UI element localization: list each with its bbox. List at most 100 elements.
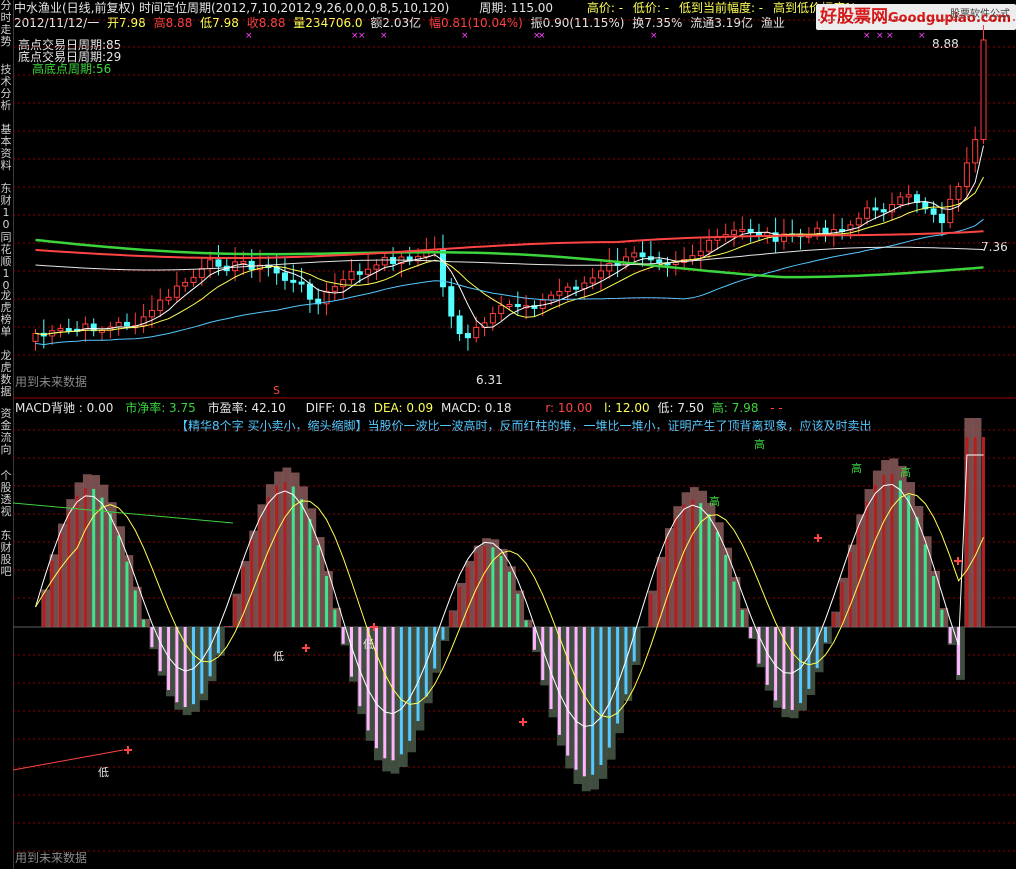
macd-bar [599,627,603,766]
candle-body [456,315,463,335]
ma30-line [35,218,984,346]
top-signal-mark-6: × [538,31,546,41]
buy-cross-5 [954,557,962,565]
sidebar-tab-0[interactable]: 分时走势 [0,0,12,48]
candle-body [173,285,180,298]
macd-bar [574,627,578,770]
candle-body [115,321,122,328]
sidebar-tab-8[interactable]: 个股透视 [0,470,12,518]
candle-body [656,259,663,264]
macd-low-marker-0: 低 [98,766,109,779]
macd-bar [923,544,927,627]
macd-bar [582,627,586,777]
macd-bar [75,495,79,627]
candle-body [631,252,638,258]
candle-body [157,299,164,311]
macd-bar [508,571,511,627]
top-signal-mark-7: × [650,31,658,41]
macd-bar [183,627,187,708]
macd-bar [58,532,62,627]
macd-bar [225,626,229,627]
candle-body [331,286,338,292]
chart-canvas[interactable]: × × × × × ×× × × × × ×高高高 高低低低 [13,0,1016,869]
top-signal-mark-9: × [876,31,884,41]
macd-bar [915,517,919,627]
macd-bar [92,488,96,627]
candle-body [65,328,72,332]
sidebar-tab-2[interactable]: 基本资料 [0,124,12,172]
candle-body [706,239,713,252]
candle-body [955,186,962,200]
macd-bar [516,593,520,627]
macd-bar [192,627,195,705]
candle-body [855,217,862,226]
macd-bar [83,488,87,627]
candle-body [356,271,363,275]
macd-bar [125,561,129,627]
macd-bar [890,473,894,627]
candle-body [747,228,754,233]
macd-bar [724,554,728,627]
candle-body [464,333,471,339]
macd-bar [790,627,794,710]
candle-body [731,229,738,235]
sidebar-tab-4[interactable]: 同花顺10 [0,232,12,292]
macd-bar [940,609,944,627]
macd-bar [416,627,420,722]
macd-bar [433,627,437,669]
candle-body [564,286,571,293]
macd-high-marker-3: 高 [900,465,911,479]
candle-body [340,279,347,288]
candle-body [390,256,397,265]
macd-bar [740,609,744,627]
sidebar-tab-9[interactable]: 东财股吧 [0,530,12,578]
macd-bar [408,627,412,741]
candle-body [281,272,288,281]
macd-bar [325,576,329,627]
macd-bar [483,546,487,627]
macd-bar [100,497,104,627]
macd-bar [350,627,353,677]
macd-bar [532,627,536,650]
candle-body [930,208,937,215]
macd-bar [283,482,287,627]
macd-bar [241,567,245,627]
macd-bar [374,627,378,749]
candle-body [980,39,987,141]
candle-body [872,207,879,211]
macd-bar [607,627,611,748]
macd-bar [142,619,146,627]
macd-bar [175,627,179,703]
macd-bar [832,613,836,627]
candle-body [697,250,704,257]
sidebar-tab-1[interactable]: 技术分析 [0,64,12,112]
candle-body [90,323,97,332]
sidebar-tab-5[interactable]: 龙虎榜单 [0,290,12,338]
candle-body [739,228,746,232]
macd-bar [458,587,462,627]
candle-body [963,162,970,188]
candle-body [365,268,372,275]
top-signal-mark-10: × [886,31,894,41]
macd-bar [840,582,844,627]
sidebar-tab-6[interactable]: 龙虎数据 [0,350,12,398]
macd-bar [67,510,71,627]
macd-bar [300,499,304,627]
buy-cross-3 [519,718,527,726]
sidebar-tab-3[interactable]: 东财10 [0,183,12,231]
macd-low-marker-2: 低 [363,638,374,651]
candle-body [190,276,197,283]
candle-body [506,303,513,307]
candle-body [298,281,305,285]
macd-bar [333,609,337,627]
candle-body [381,256,388,266]
sidebar-tab-7[interactable]: 资金流向 [0,408,12,456]
candle-body [938,213,945,224]
macd-bar [690,499,694,627]
sidebar: 分时走势技术分析基本资料东财10 同花顺10 龙虎榜单龙虎数据资金流向个股透视东财股… [0,0,14,869]
candle-body [306,283,313,300]
macd-bar [524,620,528,627]
candle-body [514,303,521,307]
candle-body [589,277,596,284]
top-signal-mark-11: × [918,31,926,41]
